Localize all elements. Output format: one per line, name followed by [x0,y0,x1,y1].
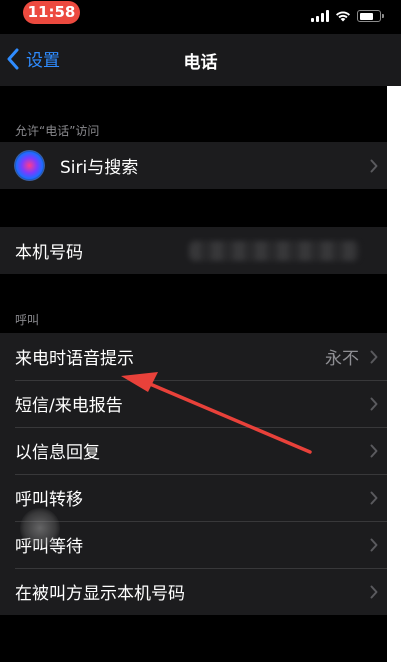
show-caller-id-row[interactable]: 在被叫方显示本机号码 [0,568,387,615]
group-my-number: 本机号码 [0,227,387,274]
row-value: 永不 [325,349,359,369]
row-label: 以信息回复 [15,443,100,463]
chevron-right-icon [370,350,378,363]
chevron-right-icon [370,397,378,410]
navigation-bar: 设置 电话 [0,34,401,86]
assistive-touch-button[interactable] [20,508,60,548]
blurred-phone-number [189,241,359,261]
row-label: 呼叫转移 [15,490,83,510]
sms-call-report-row[interactable]: 短信/来电报告 [0,380,387,427]
row-label: 短信/来电报告 [15,396,123,416]
battery-icon [357,10,384,22]
section-header-allow-access: 允许“电话”访问 [15,124,100,138]
announce-calls-row[interactable]: 来电时语音提示 永不 [0,333,387,380]
call-forwarding-row[interactable]: 呼叫转移 [0,474,387,521]
siri-icon [14,150,45,181]
settings-list[interactable]: 允许“电话”访问 Siri与搜索 本机号码 呼叫 来电时语音提示 永不 短信/来… [0,86,387,662]
respond-with-text-row[interactable]: 以信息回复 [0,427,387,474]
chevron-right-icon [370,159,378,172]
siri-search-row[interactable]: Siri与搜索 [0,142,387,189]
section-header-calls: 呼叫 [15,313,40,327]
chevron-right-icon [370,491,378,504]
status-time[interactable]: 11:58 [23,1,80,24]
row-label: 在被叫方显示本机号码 [15,584,185,604]
scrollbar[interactable] [387,86,401,662]
group-calls: 来电时语音提示 永不 短信/来电报告 以信息回复 呼叫转移 呼叫等待 在被叫方显… [0,333,387,615]
row-label: 来电时语音提示 [15,349,134,369]
chevron-right-icon [370,444,378,457]
wifi-icon [336,11,350,22]
group-allow-access: Siri与搜索 [0,142,387,189]
status-icons [311,6,384,22]
page-title: 电话 [183,53,218,73]
row-label: 本机号码 [15,243,83,263]
cellular-signal-icon [311,10,329,22]
row-label: Siri与搜索 [60,158,139,178]
chevron-right-icon [370,585,378,598]
status-bar: 11:58 [0,0,401,34]
chevron-right-icon [370,538,378,551]
my-number-row[interactable]: 本机号码 [0,227,387,274]
